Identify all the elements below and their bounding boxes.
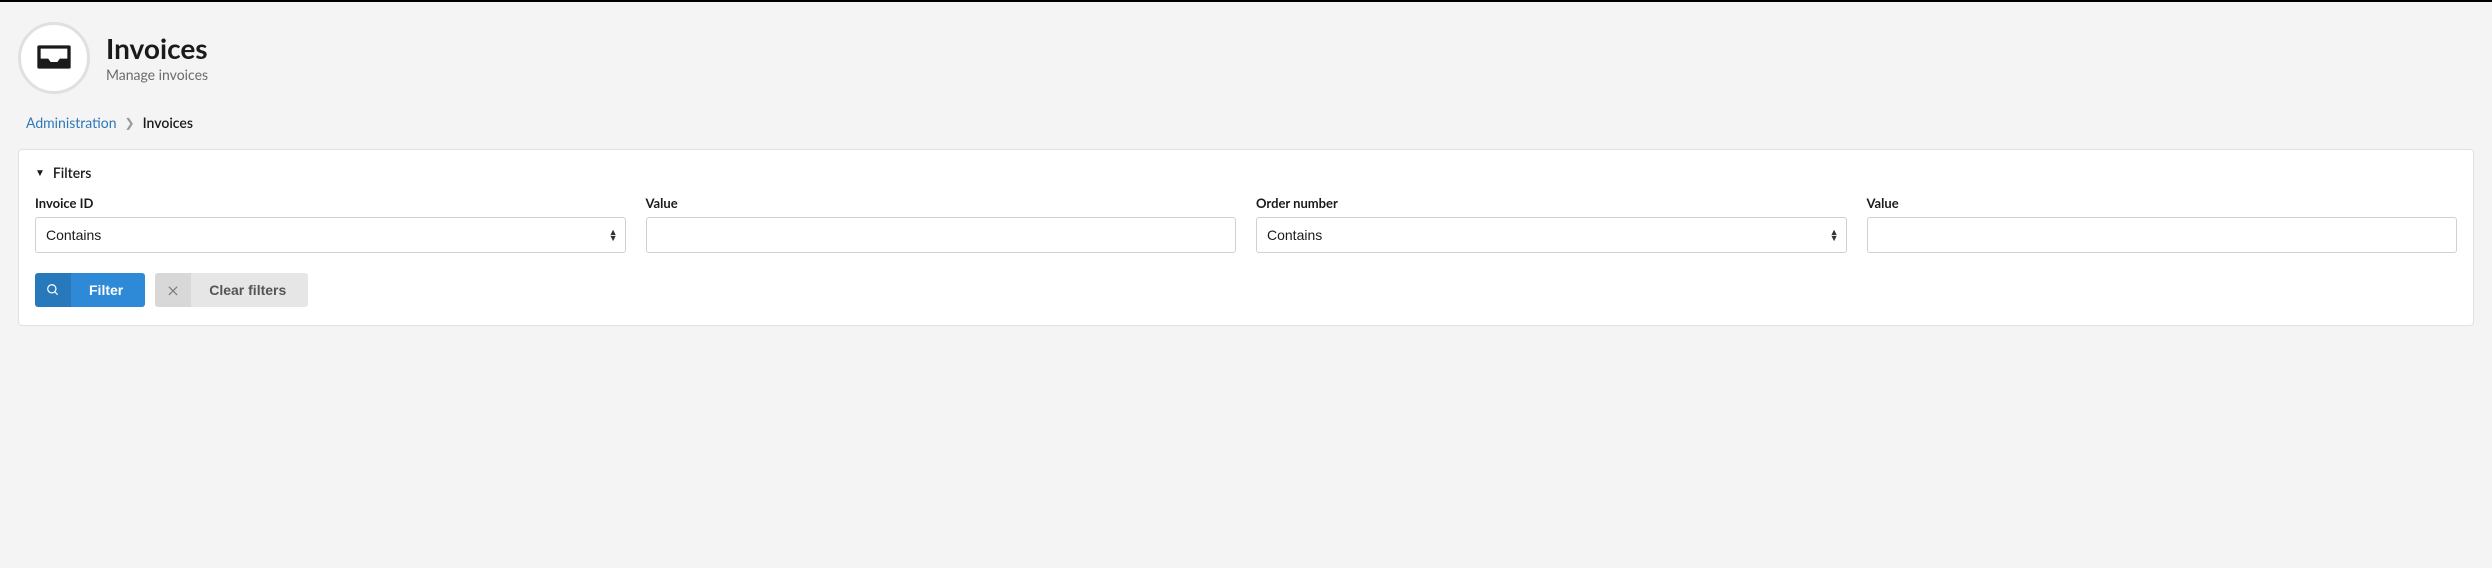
filter-button[interactable]: Filter [35,273,145,307]
filters-form: Invoice ID Contains ▲▼ Value Order numbe… [35,195,2457,253]
order-number-value-label: Value [1867,195,2458,211]
filters-toggle[interactable]: ▼ Filters [35,164,2457,181]
invoice-id-label: Invoice ID [35,195,626,211]
filters-panel: ▼ Filters Invoice ID Contains ▲▼ Value O… [18,149,2474,326]
clear-filters-button-label: Clear filters [191,282,308,298]
inbox-icon [34,37,74,80]
order-number-label: Order number [1256,195,1847,211]
chevron-right-icon: ❯ [125,115,135,130]
clear-filters-button[interactable]: Clear filters [155,273,308,307]
page-header: Invoices Manage invoices [18,22,2474,94]
search-icon [35,273,71,307]
order-number-operator-select[interactable]: Contains [1256,217,1847,253]
page-subtitle: Manage invoices [106,66,208,83]
invoice-id-value-input[interactable] [646,217,1237,253]
close-icon [155,273,191,307]
page-icon-circle [18,22,90,94]
filters-title: Filters [53,164,92,181]
caret-down-icon: ▼ [35,167,45,179]
invoice-id-value-label: Value [646,195,1237,211]
invoice-id-operator-select[interactable]: Contains [35,217,626,253]
page-title: Invoices [106,33,208,64]
filter-button-label: Filter [71,282,145,298]
breadcrumb-parent-link[interactable]: Administration [26,114,117,131]
breadcrumb-current: Invoices [143,114,193,131]
order-number-value-input[interactable] [1867,217,2458,253]
breadcrumb: Administration ❯ Invoices [18,114,2474,131]
